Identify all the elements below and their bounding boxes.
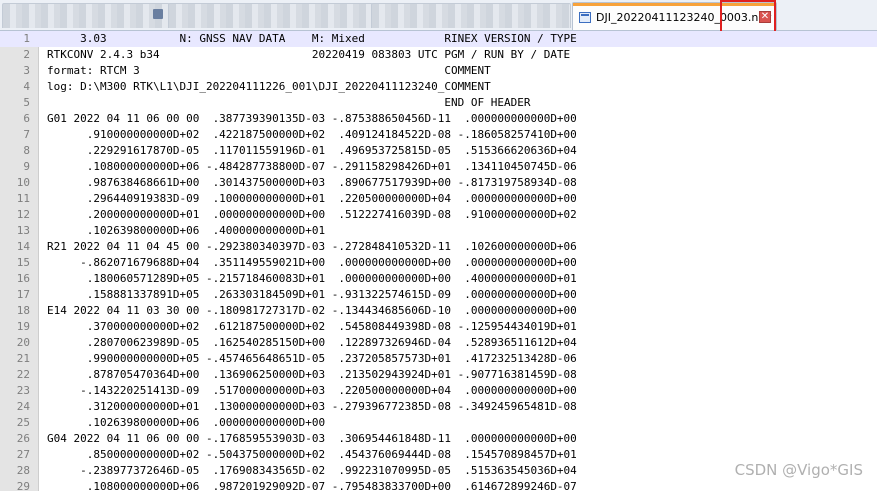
code-line[interactable]: 21 .990000000000D+05 -.457465648651D-05 … [0, 351, 877, 367]
tab-blurred-1[interactable] [2, 3, 170, 28]
code-line[interactable]: 11 .296440919383D-09 .100000000000D+01 .… [0, 191, 877, 207]
line-number: 13 [16, 224, 30, 237]
line-text: RTKCONV 2.4.3 b34 20220419 083803 UTC PG… [47, 48, 571, 61]
tab-bar: DJI_20220411123240_0003.nav ✕ [0, 0, 877, 33]
line-number: 5 [23, 96, 30, 109]
code-line[interactable]: 23 -.143220251413D-09 .517000000000D+03 … [0, 383, 877, 399]
line-number: 12 [16, 208, 30, 221]
line-number: 1 [23, 32, 30, 45]
line-text: G04 2022 04 11 06 00 00 -.176859553903D-… [47, 432, 577, 445]
line-number: 19 [16, 320, 30, 333]
line-text: .312000000000D+01 .130000000000D+03 -.27… [47, 400, 577, 413]
code-line[interactable]: 18 E14 2022 04 11 03 30 00 -.180981727317… [0, 303, 877, 319]
line-text: G01 2022 04 11 06 00 00 .387739390135D-0… [47, 112, 577, 125]
line-text: .180060571289D+05 -.215718460083D+01 .00… [47, 272, 577, 285]
code-line[interactable]: 10 .987638468661D+00 .301437500000D+03 .… [0, 175, 877, 191]
line-text: .102639800000D+06 .000000000000D+00 [47, 416, 326, 429]
line-text: .108000000000D+06 -.484287738800D-07 -.2… [47, 160, 577, 173]
code-line[interactable]: 12 .200000000000D+01 .000000000000D+00 .… [0, 207, 877, 223]
code-line[interactable]: 26 G04 2022 04 11 06 00 00 -.176859553903… [0, 431, 877, 447]
text-editor[interactable]: 1 3.03 N: GNSS NAV DATA M: Mixed RINEX V… [0, 31, 877, 493]
code-line[interactable]: 3 format: RTCM 3 COMMENT [0, 63, 877, 79]
code-line[interactable]: 14 R21 2022 04 11 04 45 00 -.292380340397… [0, 239, 877, 255]
line-number: 26 [16, 432, 30, 445]
line-number: 29 [16, 480, 30, 493]
line-text: .878705470364D+00 .136906250000D+03 .213… [47, 368, 577, 381]
line-text: -.143220251413D-09 .517000000000D+03 .22… [47, 384, 577, 397]
line-text: .987638468661D+00 .301437500000D+03 .890… [47, 176, 577, 189]
code-line[interactable]: 16 .180060571289D+05 -.215718460083D+01 … [0, 271, 877, 287]
line-text: .229291617870D-05 .117011559196D-01 .496… [47, 144, 577, 157]
line-number: 27 [16, 448, 30, 461]
line-number: 23 [16, 384, 30, 397]
line-text: -.238977372646D-05 .176908343565D-02 .99… [47, 464, 577, 477]
code-line[interactable]: 7 .910000000000D+02 .422187500000D+02 .4… [0, 127, 877, 143]
line-number: 21 [16, 352, 30, 365]
line-number: 3 [23, 64, 30, 77]
code-line[interactable]: 8 .229291617870D-05 .117011559196D-01 .4… [0, 143, 877, 159]
line-text: .296440919383D-09 .100000000000D+01 .220… [47, 192, 577, 205]
line-text: .370000000000D+02 .612187500000D+02 .545… [47, 320, 577, 333]
line-number: 22 [16, 368, 30, 381]
line-text: .102639800000D+06 .400000000000D+01 [47, 224, 326, 237]
tab-blurred-2[interactable] [168, 3, 381, 28]
file-icon [153, 9, 163, 19]
code-line[interactable]: 29 .108000000000D+06 .987201929092D-07 -… [0, 479, 877, 495]
code-line[interactable]: 6 G01 2022 04 11 06 00 00 .387739390135D-… [0, 111, 877, 127]
line-number: 28 [16, 464, 30, 477]
line-number: 6 [23, 112, 30, 125]
code-line[interactable]: 25 .102639800000D+06 .000000000000D+00 [0, 415, 877, 431]
line-text: END OF HEADER [47, 96, 531, 109]
code-line[interactable]: 15 -.862071679688D+04 .351149559021D+00 … [0, 255, 877, 271]
code-line[interactable]: 20 .280700623989D-05 .162540285150D+00 .… [0, 335, 877, 351]
code-line[interactable]: 1 3.03 N: GNSS NAV DATA M: Mixed RINEX V… [0, 31, 877, 47]
line-text: E14 2022 04 11 03 30 00 -.180981727317D-… [47, 304, 577, 317]
line-text: .158881337891D+05 .263303184509D+01 -.93… [47, 288, 577, 301]
code-line[interactable]: 5 END OF HEADER [0, 95, 877, 111]
tab-blurred-3[interactable] [371, 3, 571, 28]
line-text: .200000000000D+01 .000000000000D+00 .512… [47, 208, 577, 221]
code-line[interactable]: 4 log: D:\M300 RTK\L1\DJI_202204111226_00… [0, 79, 877, 95]
line-number: 8 [23, 144, 30, 157]
line-number: 18 [16, 304, 30, 317]
code-line[interactable]: 9 .108000000000D+06 -.484287738800D-07 -… [0, 159, 877, 175]
line-text: format: RTCM 3 COMMENT [47, 64, 491, 77]
line-number: 9 [23, 160, 30, 173]
watermark: CSDN @Vigo*GIS [734, 461, 863, 479]
line-number: 4 [23, 80, 30, 93]
code-line[interactable]: 24 .312000000000D+01 .130000000000D+03 -… [0, 399, 877, 415]
line-number: 14 [16, 240, 30, 253]
line-text: R21 2022 04 11 04 45 00 -.292380340397D-… [47, 240, 577, 253]
line-text: .108000000000D+06 .987201929092D-07 -.79… [47, 480, 577, 493]
line-text: -.862071679688D+04 .351149559021D+00 .00… [47, 256, 577, 269]
annotation-highlight-box [720, 0, 776, 33]
line-number: 10 [16, 176, 30, 189]
line-number: 16 [16, 272, 30, 285]
line-text: .910000000000D+02 .422187500000D+02 .409… [47, 128, 577, 141]
line-text: log: D:\M300 RTK\L1\DJI_202204111226_001… [47, 80, 491, 93]
line-number: 20 [16, 336, 30, 349]
line-text: 3.03 N: GNSS NAV DATA M: Mixed RINEX VER… [47, 32, 577, 45]
code-line[interactable]: 19 .370000000000D+02 .612187500000D+02 .… [0, 319, 877, 335]
code-line[interactable]: 17 .158881337891D+05 .263303184509D+01 -… [0, 287, 877, 303]
line-text: .850000000000D+02 -.504375000000D+02 .45… [47, 448, 577, 461]
line-number: 7 [23, 128, 30, 141]
code-line[interactable]: 13 .102639800000D+06 .400000000000D+01 [0, 223, 877, 239]
line-text: .280700623989D-05 .162540285150D+00 .122… [47, 336, 577, 349]
line-number: 17 [16, 288, 30, 301]
line-text: .990000000000D+05 -.457465648651D-05 .23… [47, 352, 577, 365]
line-number: 11 [16, 192, 30, 205]
line-number: 24 [16, 400, 30, 413]
line-number: 25 [16, 416, 30, 429]
code-line[interactable]: 2 RTKCONV 2.4.3 b34 20220419 083803 UTC P… [0, 47, 877, 63]
save-file-icon [579, 12, 591, 23]
line-number: 2 [23, 48, 30, 61]
line-number: 15 [16, 256, 30, 269]
code-line[interactable]: 22 .878705470364D+00 .136906250000D+03 .… [0, 367, 877, 383]
